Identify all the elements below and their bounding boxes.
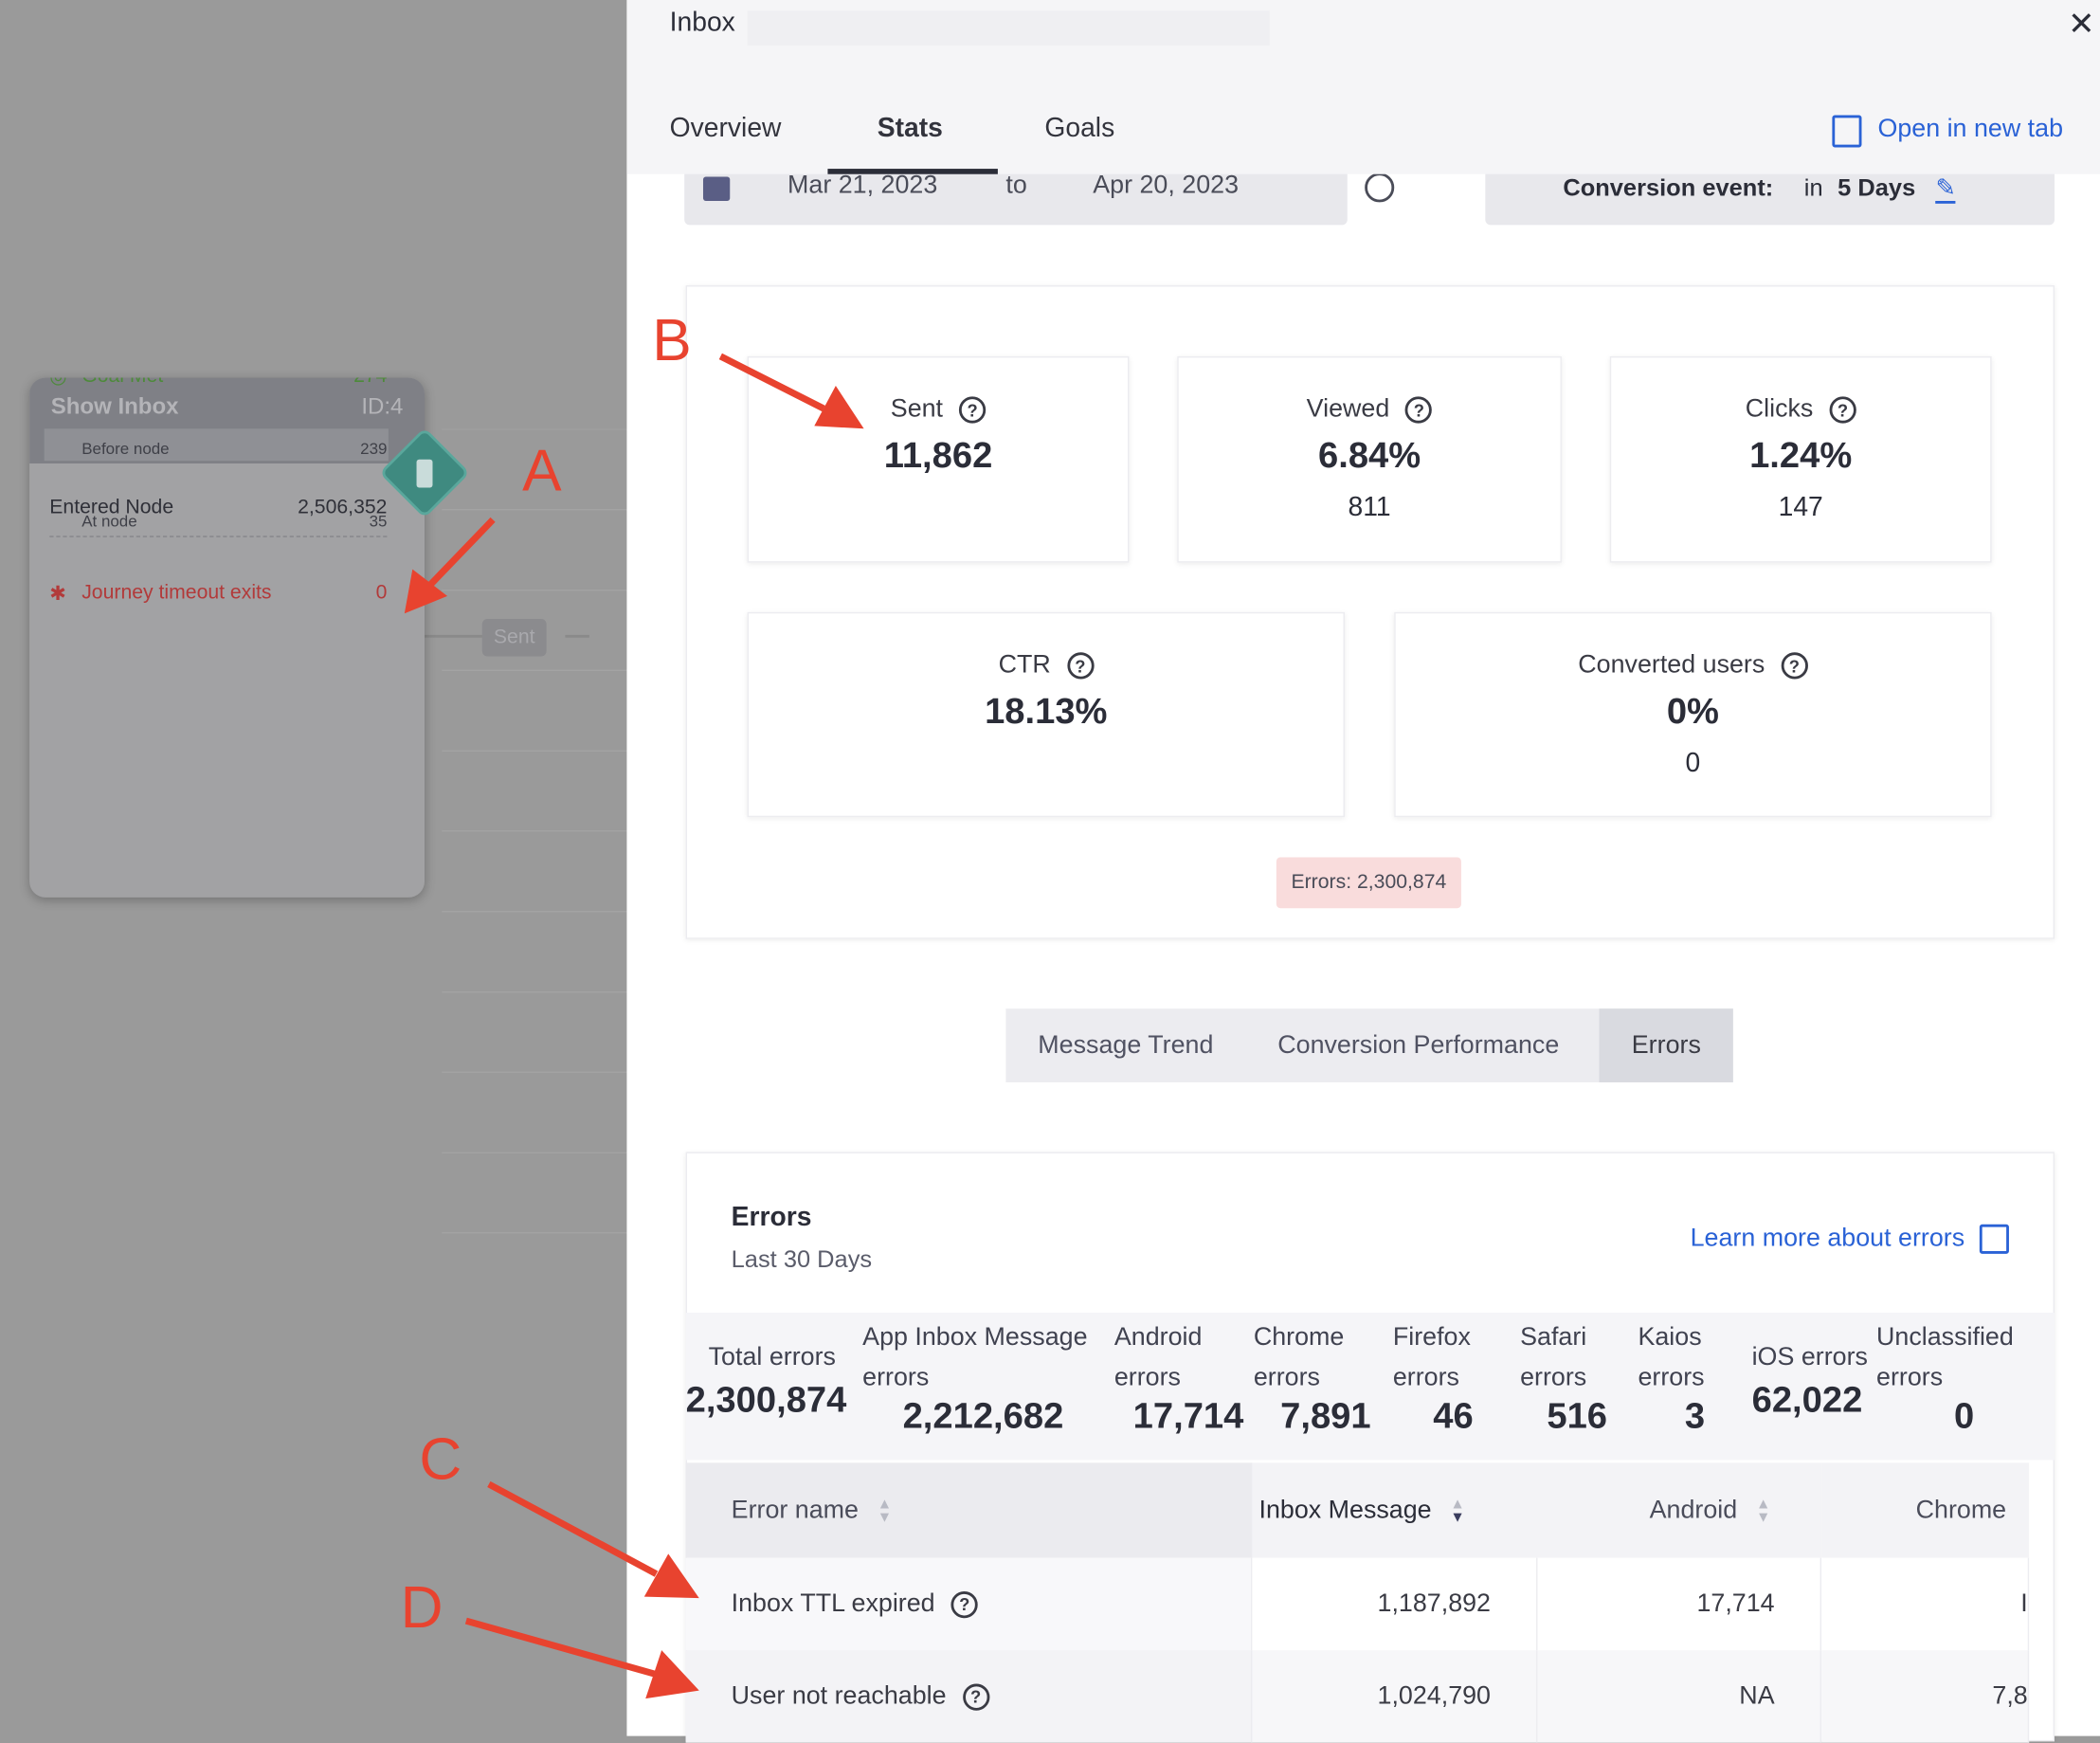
- annotation-label-b: B: [652, 308, 692, 374]
- annotation-arrows: [404, 353, 864, 1699]
- annotation-label-c: C: [419, 1426, 462, 1493]
- annotation-label-d: D: [400, 1575, 444, 1642]
- annotation-label-a: A: [522, 438, 562, 504]
